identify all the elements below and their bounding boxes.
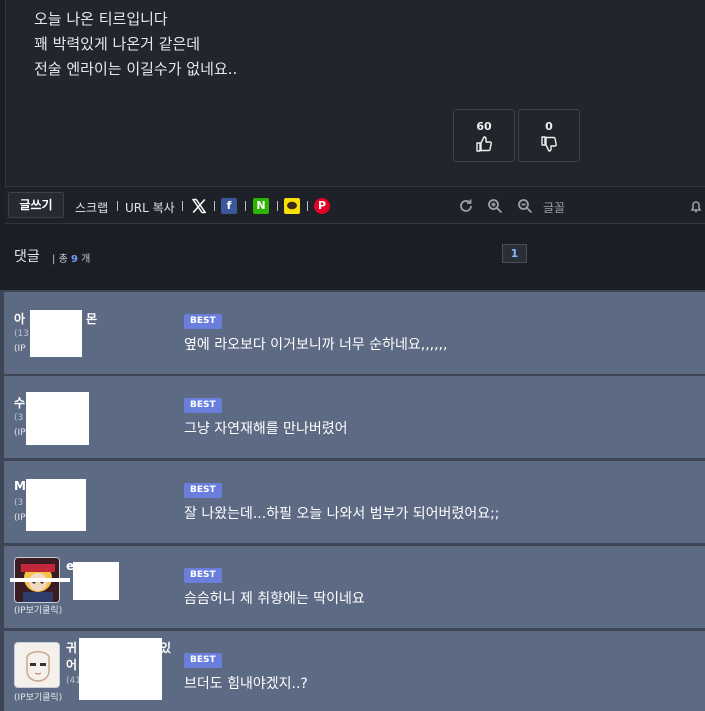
post-line: 꽤 박력있게 나온거 같은데 xyxy=(34,35,201,53)
best-badge: BEST xyxy=(184,568,222,583)
comment-nickname[interactable]: 귀 xyxy=(66,639,77,656)
url-copy-button[interactable]: URL 복사 xyxy=(125,199,175,216)
comment-header: 댓글 | 총 9 개 1 xyxy=(0,225,705,287)
redaction-block xyxy=(30,310,82,357)
facebook-share-icon[interactable]: f xyxy=(221,198,237,214)
ip-view-link[interactable]: (IP xyxy=(14,344,26,354)
scrap-button[interactable]: 스크랩 xyxy=(75,199,108,216)
redaction-block xyxy=(73,562,119,600)
comment-nickname-line2: 어 xyxy=(66,658,78,672)
write-button[interactable]: 글쓰기 xyxy=(8,192,64,218)
upvote-button[interactable]: 60 xyxy=(453,109,515,162)
comment-item: e (IP보기클릭) BEST 슴슴허니 제 취향에는 딱이네요 xyxy=(4,546,705,628)
comment-text: 브더도 힘내야겠지..? xyxy=(184,676,308,692)
zoom-out-icon[interactable] xyxy=(517,198,533,214)
comment-item: M (3 (IP BEST 잘 나왔는데...하필 오늘 나와서 범부가 되어버… xyxy=(4,461,705,543)
best-badge: BEST xyxy=(184,653,222,668)
comment-nickname[interactable]: 아 xyxy=(14,310,25,327)
comment-title: 댓글 xyxy=(14,249,40,265)
comment-nickname[interactable]: M xyxy=(14,479,26,493)
redaction-block xyxy=(26,392,89,445)
best-badge: BEST xyxy=(184,314,222,329)
comment-list: 아 몬 (13 (IP BEST 옆에 라오보다 이거보니까 너무 순하네요,,… xyxy=(0,290,705,711)
divider xyxy=(117,201,118,211)
redaction-block xyxy=(79,638,162,700)
page-button-current[interactable]: 1 xyxy=(502,244,527,263)
comment-text: 그냥 자연재해를 만나버렸어 xyxy=(184,421,348,437)
divider xyxy=(214,201,215,211)
comment-item: 아 몬 (13 (IP BEST 옆에 라오보다 이거보니까 너무 순하네요,,… xyxy=(4,292,705,374)
total-suffix: 개 xyxy=(81,254,91,265)
downvote-button[interactable]: 0 xyxy=(518,109,580,162)
thumbs-up-icon xyxy=(476,136,492,152)
redaction-block xyxy=(26,479,86,531)
font-button[interactable]: 글꼴 xyxy=(543,199,565,216)
comment-meta: (3 xyxy=(14,413,24,423)
comment-nickname[interactable]: 수 xyxy=(14,394,25,411)
divider xyxy=(245,201,246,211)
comment-text: 슴슴허니 제 취향에는 딱이네요 xyxy=(184,591,365,607)
post-toolbar: 글쓰기 스크랩 URL 복사 f N P 글꼴 xyxy=(5,186,705,224)
refresh-icon[interactable] xyxy=(458,198,474,214)
bell-icon[interactable] xyxy=(690,198,702,214)
pinterest-share-icon[interactable]: P xyxy=(314,198,330,214)
upvote-count: 60 xyxy=(476,120,492,133)
redaction-strike xyxy=(10,578,70,582)
comment-meta: (3 xyxy=(14,498,24,508)
best-badge: BEST xyxy=(184,398,222,413)
comment-total: | 총 9 개 xyxy=(52,254,91,265)
thumbs-down-icon xyxy=(541,136,557,152)
post-line: 전술 엔라이는 이길수가 없네요.. xyxy=(34,60,238,78)
comment-item: 수 (3 (IP BEST 그냥 자연재해를 만나버렸어 xyxy=(4,376,705,458)
post-body: 오늘 나온 티르입니다 꽤 박력있게 나온거 같은데 전술 엔라이는 이길수가 … xyxy=(5,0,705,186)
total-count: 9 xyxy=(70,254,78,265)
divider xyxy=(182,201,183,211)
kakaotalk-share-icon[interactable] xyxy=(284,198,300,214)
divider xyxy=(277,201,278,211)
zoom-in-icon[interactable] xyxy=(487,198,503,214)
comment-item: 귀 있 어 (41 (IP보기클릭) BEST 브더도 힘내야겠지..? xyxy=(4,631,705,711)
comment-text: 옆에 라오보다 이거보니까 너무 순하네요,,,,,, xyxy=(184,337,448,353)
avatar[interactable] xyxy=(14,642,60,688)
avatar-image xyxy=(15,643,59,687)
best-badge: BEST xyxy=(184,483,222,498)
comment-nickname-tail: 몬 xyxy=(86,312,98,326)
post-line: 오늘 나온 티르입니다 xyxy=(34,10,168,28)
naver-share-icon[interactable]: N xyxy=(253,198,269,214)
ip-view-link[interactable]: (IP보기클릭) xyxy=(14,690,62,703)
ip-view-link[interactable]: (IP xyxy=(14,513,26,523)
x-share-icon[interactable] xyxy=(191,198,207,214)
ip-view-link[interactable]: (IP xyxy=(14,428,26,438)
divider xyxy=(307,201,308,211)
comment-meta: (13 xyxy=(14,329,29,339)
total-prefix: 총 xyxy=(58,254,68,265)
comment-text: 잘 나왔는데...하필 오늘 나와서 범부가 되어버렸어요;; xyxy=(184,506,500,522)
downvote-count: 0 xyxy=(545,120,553,133)
ip-view-link[interactable]: (IP보기클릭) xyxy=(14,603,62,616)
